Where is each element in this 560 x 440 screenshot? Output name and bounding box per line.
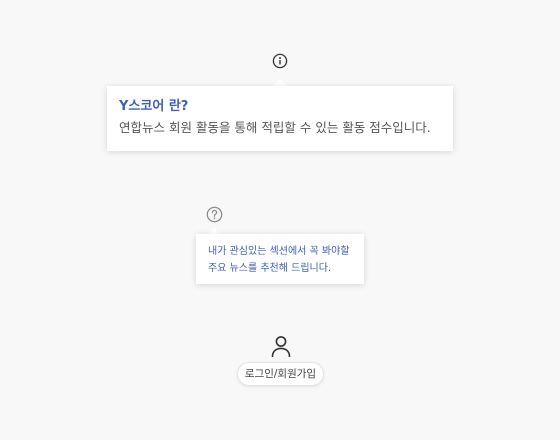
recommend-tooltip-line: 내가 관심있는 섹션에서 꼭 봐야할 xyxy=(208,246,350,257)
yscore-tooltip: Y스코어 란? 연합뉴스 회원 활동을 통해 적립할 수 있는 활동 점수입니다… xyxy=(107,86,453,151)
yscore-tooltip-description: 연합뉴스 회원 활동을 통해 적립할 수 있는 활동 점수입니다. xyxy=(119,120,431,135)
question-icon[interactable] xyxy=(206,206,223,223)
info-icon[interactable] xyxy=(272,53,288,69)
user-icon[interactable] xyxy=(270,335,292,357)
recommend-tooltip-line: 주요 뉴스를 추천해 드립니다. xyxy=(208,263,332,274)
login-signup-button[interactable]: 로그인/회원가입 xyxy=(237,362,324,386)
recommend-tooltip: 내가 관심있는 섹션에서 꼭 봐야할 주요 뉴스를 추천해 드립니다. xyxy=(196,234,364,284)
yscore-tooltip-title: Y스코어 란? xyxy=(119,99,189,114)
tooltip-arrow xyxy=(273,79,287,86)
